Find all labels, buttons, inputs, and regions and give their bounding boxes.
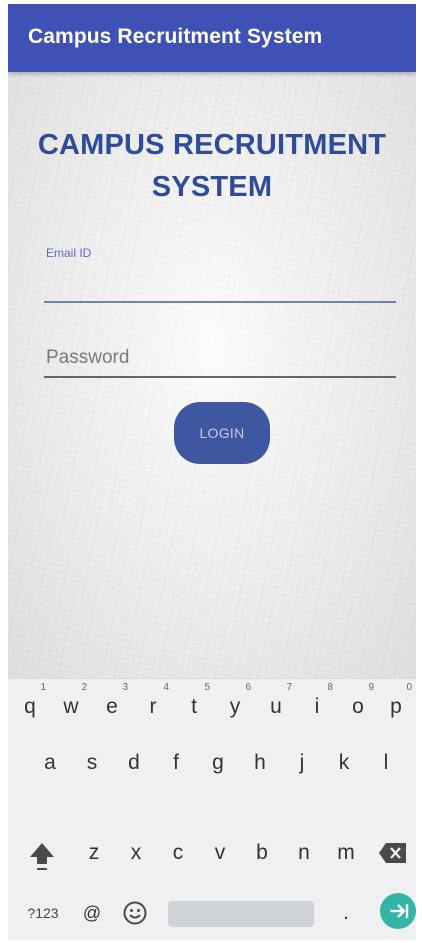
key-hint: 8 — [327, 682, 333, 693]
next-arrow-icon[interactable] — [380, 893, 416, 929]
page-title-line2: SYSTEM — [151, 171, 273, 203]
app-bar-title: Campus Recruitment System — [28, 25, 323, 48]
key-o[interactable]: o9 — [340, 683, 376, 727]
shift-arrow-icon[interactable] — [28, 839, 56, 873]
key-b[interactable]: b — [244, 833, 280, 873]
key-r[interactable]: r4 — [135, 683, 171, 727]
key-i[interactable]: i8 — [299, 683, 335, 727]
key-label: q — [24, 695, 36, 718]
key-w[interactable]: w2 — [53, 683, 89, 727]
key-label: u — [270, 695, 282, 718]
password-field[interactable] — [44, 376, 396, 378]
key-label: w — [63, 695, 79, 718]
at-key[interactable]: @ — [74, 893, 110, 933]
key-k[interactable]: k — [326, 743, 362, 783]
key-label: i — [314, 695, 320, 718]
key-n[interactable]: n — [286, 833, 322, 873]
key-label: e — [106, 695, 118, 718]
app-bar: Campus Recruitment System — [8, 4, 416, 72]
key-l[interactable]: l — [368, 743, 404, 783]
key-hint: 0 — [406, 682, 412, 693]
backspace-icon[interactable] — [378, 842, 408, 864]
key-hint: 2 — [81, 682, 87, 693]
key-hint: 4 — [163, 682, 169, 693]
key-m[interactable]: m — [328, 833, 364, 873]
key-q[interactable]: q1 — [12, 683, 48, 727]
key-f[interactable]: f — [158, 743, 194, 783]
key-label: o — [352, 695, 364, 718]
key-z[interactable]: z — [76, 833, 112, 873]
login-panel: CAMPUS RECRUITMENT SYSTEM Email ID Passw… — [8, 72, 416, 678]
key-d[interactable]: d — [116, 743, 152, 783]
password-field-hint: Password — [46, 347, 130, 368]
key-hint: 3 — [122, 682, 128, 693]
login-button[interactable]: LOGIN — [174, 402, 270, 464]
key-hint: 5 — [204, 682, 210, 693]
key-y[interactable]: y6 — [217, 683, 253, 727]
key-a[interactable]: a — [32, 743, 68, 783]
space-bar[interactable] — [168, 901, 314, 927]
key-label: y — [229, 695, 241, 718]
key-g[interactable]: g — [200, 743, 236, 783]
key-v[interactable]: v — [202, 833, 238, 873]
key-t[interactable]: t5 — [176, 683, 212, 727]
email-field[interactable] — [44, 301, 396, 303]
key-label: t — [191, 695, 197, 718]
page-title-line1: CAMPUS RECRUITMENT — [37, 129, 387, 161]
key-u[interactable]: u7 — [258, 683, 294, 727]
key-j[interactable]: j — [284, 743, 320, 783]
key-label: r — [149, 695, 157, 718]
symbols-key[interactable]: ?123 — [20, 893, 66, 933]
key-c[interactable]: c — [160, 833, 196, 873]
key-e[interactable]: e3 — [94, 683, 130, 727]
key-label: p — [390, 695, 402, 718]
email-field-label: Email ID — [46, 246, 92, 260]
on-screen-keyboard: q1 w2 e3 r4 t5 y6 u7 i8 o9 p0 a s d f g … — [8, 678, 416, 940]
period-key[interactable]: . — [328, 893, 364, 933]
page-title: CAMPUS RECRUITMENT SYSTEM — [8, 124, 416, 208]
key-p[interactable]: p0 — [378, 683, 414, 727]
key-h[interactable]: h — [242, 743, 278, 783]
smiley-icon[interactable] — [122, 900, 148, 926]
key-x[interactable]: x — [118, 833, 154, 873]
key-hint: 1 — [40, 682, 46, 693]
key-hint: 6 — [245, 682, 251, 693]
key-s[interactable]: s — [74, 743, 110, 783]
key-hint: 7 — [286, 682, 292, 693]
key-hint: 9 — [368, 682, 374, 693]
phone-screen: Campus Recruitment System CAMPUS RECRUIT… — [8, 4, 416, 940]
